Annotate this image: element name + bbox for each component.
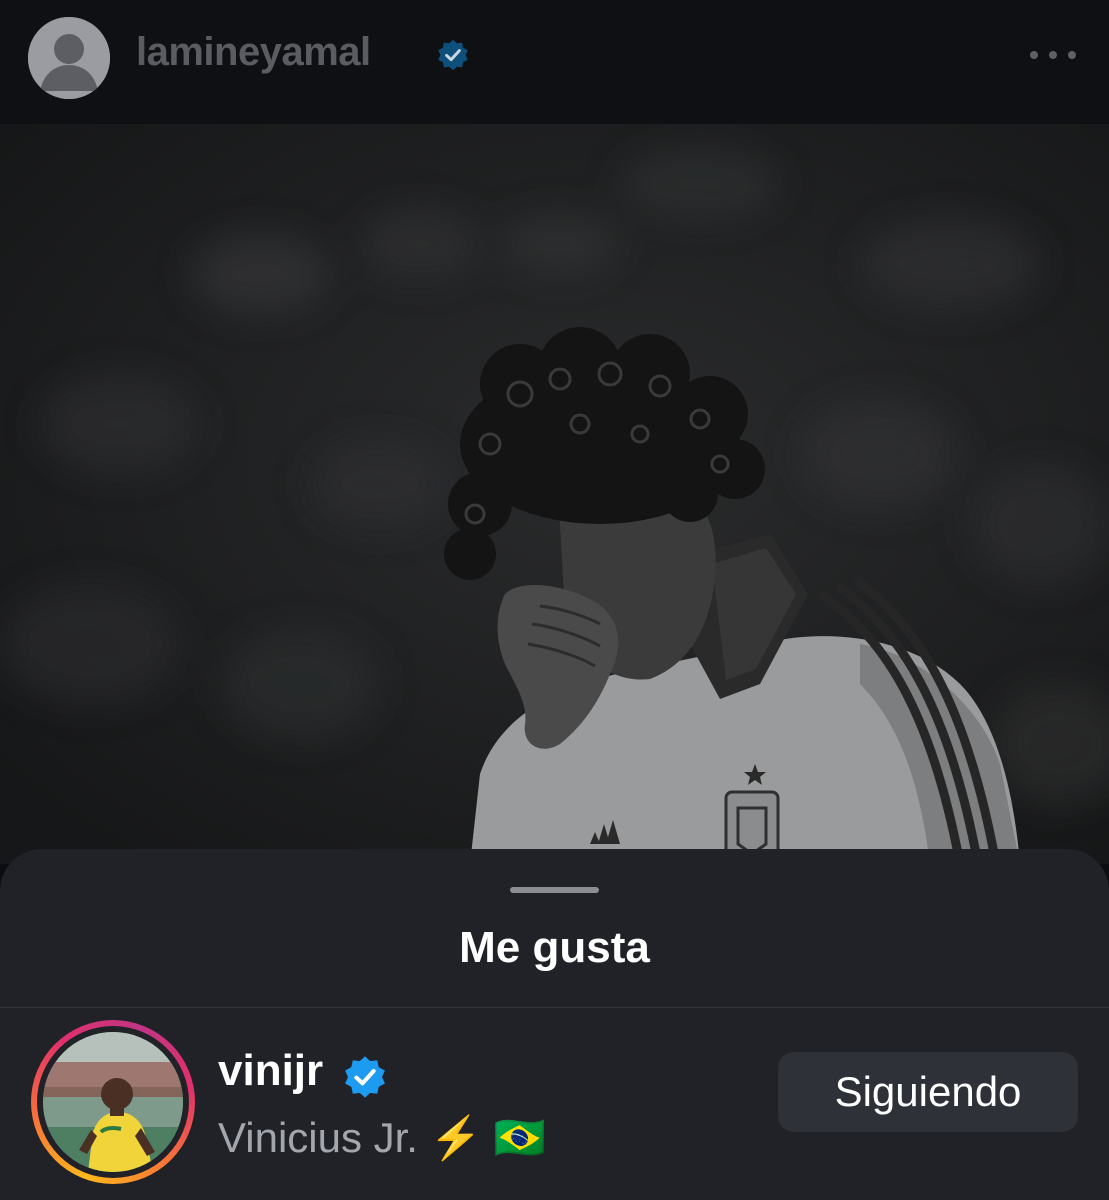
dot (1049, 51, 1057, 59)
liker-display-name: Vinicius Jr. ⚡️ 🇧🇷 (218, 1114, 546, 1161)
liker-username[interactable]: vinijr (218, 1046, 323, 1096)
verified-badge-icon (345, 1056, 385, 1098)
following-button[interactable]: Siguiendo (778, 1052, 1078, 1132)
sheet-title: Me gusta (459, 923, 650, 972)
post-username[interactable]: lamineyamal (136, 30, 371, 75)
post-photo[interactable] (0, 124, 1109, 864)
verified-badge-icon (438, 39, 468, 71)
dot (1030, 51, 1038, 59)
sheet-drag-handle[interactable] (510, 887, 599, 893)
story-ring[interactable] (31, 1020, 195, 1184)
dot (1068, 51, 1076, 59)
post-header: lamineyamal (0, 0, 1109, 124)
more-options-button[interactable] (1030, 40, 1076, 70)
default-avatar-icon[interactable] (28, 17, 110, 99)
liker-row[interactable]: vinijr Vinicius Jr. ⚡️ 🇧🇷 Siguiendo (0, 1008, 1109, 1200)
liker-avatar[interactable] (43, 1032, 183, 1172)
likes-sheet: Me gusta vinijr Vinicius Jr. ⚡️ 🇧🇷 Sigui… (0, 849, 1109, 1200)
